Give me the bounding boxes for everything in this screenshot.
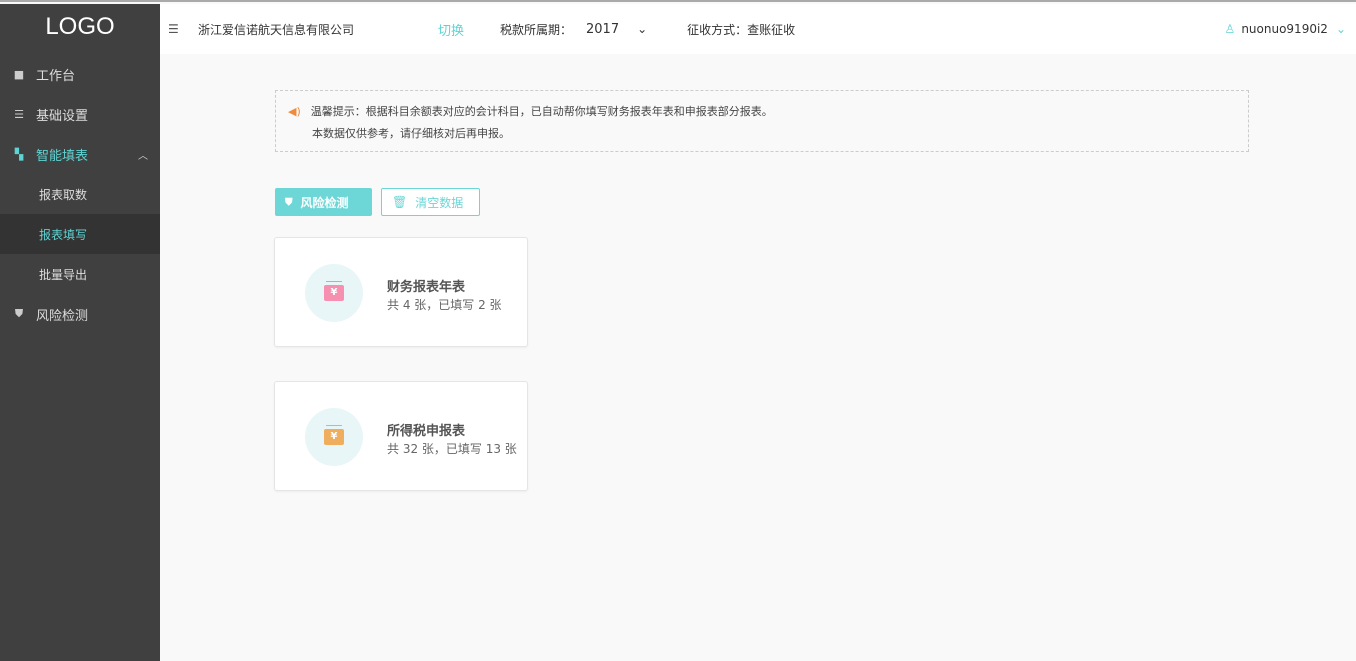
yen-folder-icon: ¥ — [324, 281, 344, 301]
list-icon: ☰ — [14, 107, 24, 121]
period-label: 税款所属期： — [500, 22, 573, 37]
sidebar-item-fetch[interactable]: 报表取数 — [0, 174, 160, 214]
label: 工作台 — [36, 68, 76, 84]
label: 报表填写 — [39, 227, 88, 242]
shield-icon: ⛊ — [14, 307, 24, 320]
card-summary: 共 4 张，已填写 2 张 — [387, 298, 502, 312]
notice: ◀) 温馨提示：根据科目余额表对应的会计科目，已自动帮你填写财务报表年表和申报表部… — [275, 90, 1249, 152]
yen-folder-icon: ¥ — [324, 425, 344, 445]
company-name: 浙江爱信诺航天信息有限公司 — [198, 22, 355, 37]
shield-icon: ⛊ — [285, 196, 293, 208]
sidebar-item-fill[interactable]: 报表填写 — [0, 214, 160, 254]
report-card-financial[interactable]: ¥ 财务报表年表 共 4 张，已填写 2 张 — [274, 237, 528, 347]
trash-icon: 🗑 — [392, 195, 408, 209]
sidebar-item-smart-fill[interactable]: ▚ 智能填表 ︿ — [0, 134, 160, 174]
label: 风险检测 — [300, 195, 349, 210]
menu-collapse-icon[interactable]: ☰ — [168, 22, 198, 36]
icon-circle: ¥ — [305, 408, 363, 466]
card-title: 财务报表年表 — [387, 280, 466, 295]
sidebar-item-settings[interactable]: ☰ 基础设置 — [0, 94, 160, 134]
switch-link[interactable]: 切换 — [438, 20, 500, 39]
icon-circle: ¥ — [305, 264, 363, 322]
main: ◀) 温馨提示：根据科目余额表对应的会计科目，已自动帮你填写财务报表年表和申报表部… — [160, 54, 1356, 659]
book-icon: ■ — [13, 67, 25, 81]
card-title: 所得税申报表 — [387, 424, 466, 439]
collect-method: 征收方式：查账征收 — [687, 22, 796, 37]
username[interactable]: nuonuo9190i2 — [1241, 22, 1328, 36]
sidebar-item-risk[interactable]: ⛊ 风险检测 — [0, 294, 160, 334]
label: 基础设置 — [36, 108, 89, 124]
logo: LOGO — [45, 13, 115, 40]
sidebar: LOGO ■ 工作台 ☰ 基础设置 ▚ 智能填表 ︿ 报表取数 报表填写 批量导出 ⛊ 风… — [0, 4, 160, 661]
label: 智能填表 — [36, 148, 89, 164]
report-card-income-tax[interactable]: ¥ 所得税申报表 共 32 张，已填写 13 张 — [274, 381, 528, 491]
notice-line1: 温馨提示：根据科目余额表对应的会计科目，已自动帮你填写财务报表年表和申报表部分报… — [310, 105, 773, 118]
label: 风险检测 — [36, 308, 89, 324]
chevron-down-icon[interactable]: ⌄ — [1336, 22, 1346, 36]
chevron-down-icon[interactable]: ⌄ — [637, 22, 687, 36]
sidebar-item-export[interactable]: 批量导出 — [0, 254, 160, 294]
sidebar-item-workbench[interactable]: ■ 工作台 — [0, 54, 160, 94]
grid-icon: ▚ — [14, 147, 24, 161]
user-icon: ♙ — [1224, 22, 1236, 36]
clear-data-button[interactable]: 🗑 清空数据 — [381, 188, 480, 216]
label: 清空数据 — [415, 195, 464, 210]
chevron-up-icon: ︿ — [138, 150, 148, 162]
notice-line2: 本数据仅供参考，请仔细核对后再申报。 — [312, 127, 510, 140]
label: 批量导出 — [39, 267, 88, 282]
speaker-icon: ◀) — [288, 105, 301, 118]
period-select[interactable]: 2017 — [586, 22, 619, 37]
risk-check-button[interactable]: ⛊ 风险检测 — [275, 188, 372, 216]
label: 报表取数 — [39, 187, 88, 202]
header: ☰ 浙江爱信诺航天信息有限公司 切换 税款所属期： 2017 ⌄ 征收方式：查账… — [160, 4, 1356, 54]
card-summary: 共 32 张，已填写 13 张 — [387, 442, 517, 456]
